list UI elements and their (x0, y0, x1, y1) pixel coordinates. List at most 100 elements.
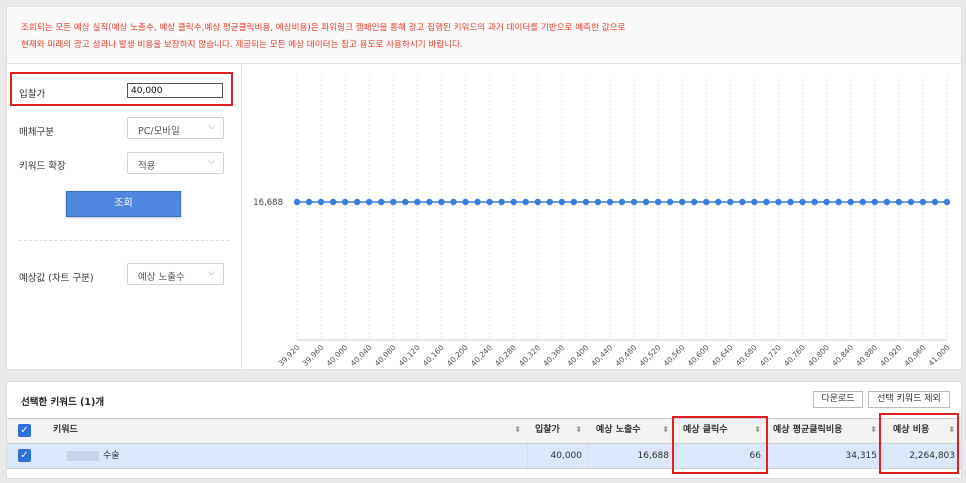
data-point (691, 198, 698, 206)
media-select[interactable]: PC/모바일 ⌵ (127, 117, 224, 139)
exclude-keyword-button[interactable]: 선택 키워드 제외 (868, 391, 950, 408)
search-button[interactable]: 조회 (66, 191, 181, 217)
sort-icon: ⬍ (870, 425, 877, 434)
data-point (606, 198, 614, 206)
col-bid[interactable]: 입찰가 ⬍ (527, 419, 588, 443)
x-tick-label: 40,640 (710, 343, 735, 368)
avg-cpc-cell: 34,315 (767, 444, 883, 468)
x-tick-label: 40,880 (854, 343, 879, 368)
data-point (438, 198, 445, 206)
col-bid-label: 입찰가 (535, 425, 560, 435)
data-point (642, 198, 650, 206)
data-point (931, 198, 939, 206)
data-point (522, 198, 529, 206)
data-point (378, 198, 385, 206)
x-tick-label: 40,520 (638, 343, 663, 368)
notice-banner: 조회되는 모든 예상 실적(예상 노출수, 예상 클릭수,예상 평균클릭비용, … (7, 7, 961, 64)
col-keyword[interactable]: 키워드 ⬍ (53, 419, 527, 443)
x-tick-label: 40,720 (758, 343, 783, 368)
x-tick-label: 40,200 (445, 343, 470, 368)
row-checkbox[interactable]: ✓ (18, 449, 31, 462)
data-point (715, 198, 722, 206)
data-point (618, 198, 626, 206)
cost-highlight-box (879, 413, 959, 474)
data-point (799, 198, 806, 206)
data-point (895, 198, 903, 206)
data-point (763, 198, 770, 206)
keyword-text: 수술 (103, 451, 120, 461)
data-point (546, 198, 553, 206)
expand-select[interactable]: 적용 ⌵ (127, 152, 224, 174)
col-impressions[interactable]: 예상 노출수 ⬍ (588, 419, 675, 443)
data-point (787, 198, 794, 206)
data-point (859, 198, 866, 206)
x-tick-label: 40,320 (517, 343, 542, 368)
data-point (402, 198, 409, 206)
filter-form: 입찰가 매체구분 PC/모바일 ⌵ 키워드 확장 적용 ⌵ 조회 예상값 (차트… (7, 64, 242, 369)
data-point (871, 198, 878, 206)
divider (19, 240, 229, 241)
media-label: 매체구분 (19, 127, 54, 138)
data-point (907, 198, 915, 206)
chart-svg: 16,68839,920 39,960 40,000 40,040 40,080 40,1… (253, 76, 952, 368)
x-tick-label: 39,920 (276, 343, 301, 368)
chart-type-select[interactable]: 예상 노출수 ⌵ (127, 263, 224, 285)
data-point (919, 198, 927, 206)
col-avg-cpc-label: 예상 평균클릭비용 (773, 425, 843, 435)
x-tick-label: 40,000 (325, 343, 350, 368)
data-point (727, 198, 734, 206)
expand-select-value: 적용 (138, 161, 156, 172)
select-all-checkbox[interactable]: ✓ (18, 424, 31, 437)
data-point (498, 198, 505, 206)
data-point (534, 198, 541, 206)
impressions-cell: 16,688 (588, 444, 675, 468)
data-point (666, 198, 674, 206)
x-tick-label: 40,680 (734, 343, 759, 368)
sort-icon: ⬍ (514, 425, 521, 434)
table-row[interactable]: ✓ 수술 40,000 16,688 66 34,315 2,264,803 (7, 444, 961, 469)
download-button[interactable]: 다운로드 (813, 391, 863, 408)
bid-highlight-box (10, 72, 233, 106)
blurred-keyword-prefix (67, 450, 99, 461)
data-point (426, 198, 433, 206)
chevron-down-icon: ⌵ (208, 122, 215, 132)
y-tick-label: 16,688 (253, 198, 283, 208)
data-point (558, 198, 566, 206)
keyword-cell: 수술 (53, 444, 527, 468)
data-point (594, 198, 602, 206)
col-avg-cpc[interactable]: 예상 평균클릭비용 ⬍ (767, 419, 883, 443)
data-point (329, 198, 337, 206)
data-point (775, 198, 782, 206)
data-point (474, 198, 481, 206)
data-point (630, 198, 638, 206)
data-point (341, 198, 349, 206)
data-point (317, 198, 325, 206)
x-tick-label: 40,120 (397, 343, 422, 368)
x-tick-label: 40,560 (662, 343, 687, 368)
data-point (582, 198, 590, 206)
data-point (462, 198, 469, 206)
x-tick-label: 40,480 (614, 343, 639, 368)
data-point (703, 198, 710, 206)
chevron-down-icon: ⌵ (208, 157, 215, 167)
table-header: ✓ 키워드 ⬍ 입찰가 ⬍ 예상 노출수 ⬍ 예상 클릭수 ⬍ 예상 평균클릭비… (7, 418, 961, 444)
data-point (883, 198, 891, 206)
x-tick-label: 41,000 (926, 343, 951, 368)
x-tick-label: 40,400 (565, 343, 590, 368)
notice-line-2: 현재와 미래의 광고 성과나 발생 비용을 보장하지 않습니다. 제공되는 모든… (21, 40, 463, 50)
data-point (811, 198, 818, 206)
x-tick-label: 40,840 (830, 343, 855, 368)
data-point (486, 198, 493, 206)
data-point (293, 198, 301, 206)
data-point (751, 198, 758, 206)
x-tick-label: 40,280 (493, 343, 518, 368)
data-point (414, 198, 421, 206)
data-point (678, 198, 686, 206)
x-tick-label: 40,760 (782, 343, 807, 368)
x-tick-label: 40,600 (686, 343, 711, 368)
forecast-panel: 조회되는 모든 예상 실적(예상 노출수, 예상 클릭수,예상 평균클릭비용, … (6, 6, 962, 370)
x-tick-label: 40,160 (421, 343, 446, 368)
x-tick-label: 40,960 (902, 343, 927, 368)
sort-icon: ⬍ (662, 425, 669, 434)
x-tick-label: 40,440 (589, 343, 614, 368)
